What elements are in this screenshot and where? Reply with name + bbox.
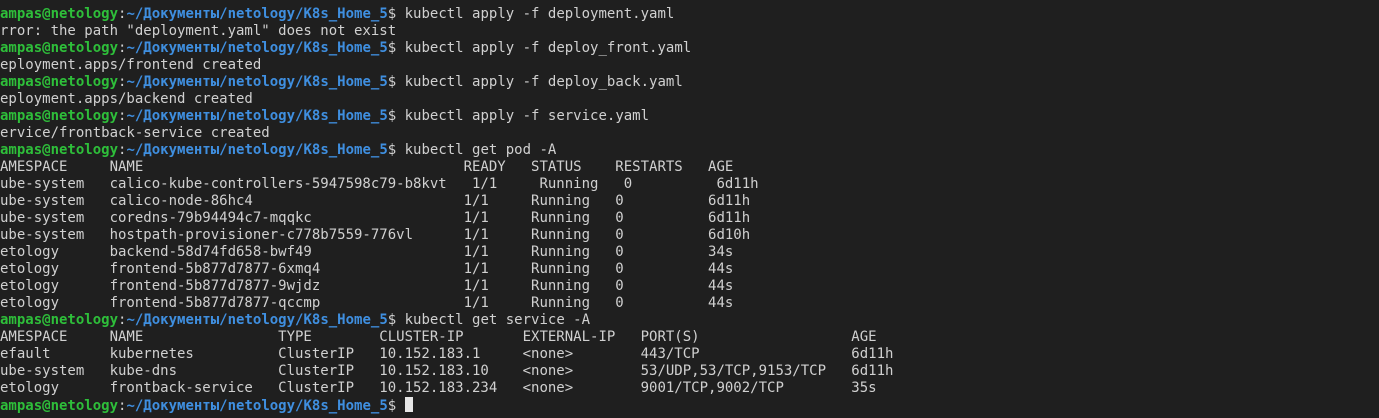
prompt-user-host: ampas@netology [0,142,119,158]
prompt-path: ~/Документы/netology/K8s_Home_5 [126,312,388,328]
prompt-user-host: ampas@netology [0,74,119,90]
output-line: ube-system coredns-79b94494c7-mqqkc 1/1 … [0,210,751,226]
output-line: eployment.apps/frontend created [0,57,262,73]
output-line: efault kubernetes ClusterIP 10.152.183.1… [0,346,894,362]
prompt-line: ampas@netology:~/Документы/netology/K8s_… [0,108,893,125]
prompt-symbol: $ [387,74,405,90]
prompt-symbol: $ [387,142,405,158]
prompt-user-host: ampas@netology [0,40,119,56]
output-line: etology frontend-5b877d7877-9wjdz 1/1 Ru… [0,278,734,294]
command-text: kubectl apply -f deployment.yaml [404,6,675,22]
prompt-line: ampas@netology:~/Документы/netology/K8s_… [0,142,893,159]
output-line: etology frontend-5b877d7877-qccmp 1/1 Ru… [0,295,734,311]
text-cursor[interactable] [404,397,413,412]
prompt-path: ~/Документы/netology/K8s_Home_5 [126,108,388,124]
command-text: kubectl apply -f service.yaml [404,108,650,124]
prompt-line: ampas@netology:~/Документы/netology/K8s_… [0,40,893,57]
output-line: etology frontend-5b877d7877-6xmq4 1/1 Ru… [0,261,734,277]
output-line: AMESPACE NAME READY STATUS RESTARTS AGE [0,159,734,175]
output-line: rror: the path "deployment.yaml" does no… [0,23,397,39]
prompt-path: ~/Документы/netology/K8s_Home_5 [126,6,388,22]
output-line: etology frontback-service ClusterIP 10.1… [0,380,877,396]
output-line: AMESPACE NAME TYPE CLUSTER-IP EXTERNAL-I… [0,329,877,345]
prompt-path: ~/Документы/netology/K8s_Home_5 [126,74,388,90]
prompt-path: ~/Документы/netology/K8s_Home_5 [126,142,388,158]
output-line: etology backend-58d74fd658-bwf49 1/1 Run… [0,244,734,260]
terminal-output: ampas@netology:~/Документы/netology/K8s_… [0,6,893,414]
prompt-symbol: $ [387,6,405,22]
output-line: ube-system kube-dns ClusterIP 10.152.183… [0,363,894,379]
command-text: kubectl get pod -A [404,142,557,158]
output-line: ube-system calico-node-86hc4 1/1 Running… [0,193,751,209]
prompt-user-host: ampas@netology [0,108,119,124]
prompt-path: ~/Документы/netology/K8s_Home_5 [126,398,388,414]
command-text: kubectl get service -A [404,312,591,328]
output-line: eployment.apps/backend created [0,91,253,107]
prompt-user-host: ampas@netology [0,398,119,414]
prompt-line: ampas@netology:~/Документы/netology/K8s_… [0,397,893,414]
output-line: ube-system hostpath-provisioner-c778b755… [0,227,751,243]
prompt-line: ampas@netology:~/Документы/netology/K8s_… [0,6,893,23]
prompt-symbol: $ [387,312,405,328]
command-text: kubectl apply -f deploy_back.yaml [404,74,683,90]
prompt-path: ~/Документы/netology/K8s_Home_5 [126,40,388,56]
terminal-window[interactable]: ampas@netology:~/Документы/netology/K8s_… [0,0,1379,418]
output-line: ube-system calico-kube-controllers-59475… [0,176,759,192]
prompt-symbol: $ [387,398,405,414]
prompt-user-host: ampas@netology [0,312,119,328]
output-line: ervice/frontback-service created [0,125,270,141]
prompt-line: ampas@netology:~/Документы/netology/K8s_… [0,312,893,329]
prompt-symbol: $ [387,108,405,124]
command-text: kubectl apply -f deploy_front.yaml [404,40,692,56]
prompt-line: ampas@netology:~/Документы/netology/K8s_… [0,74,893,91]
prompt-user-host: ampas@netology [0,6,119,22]
prompt-symbol: $ [387,40,405,56]
